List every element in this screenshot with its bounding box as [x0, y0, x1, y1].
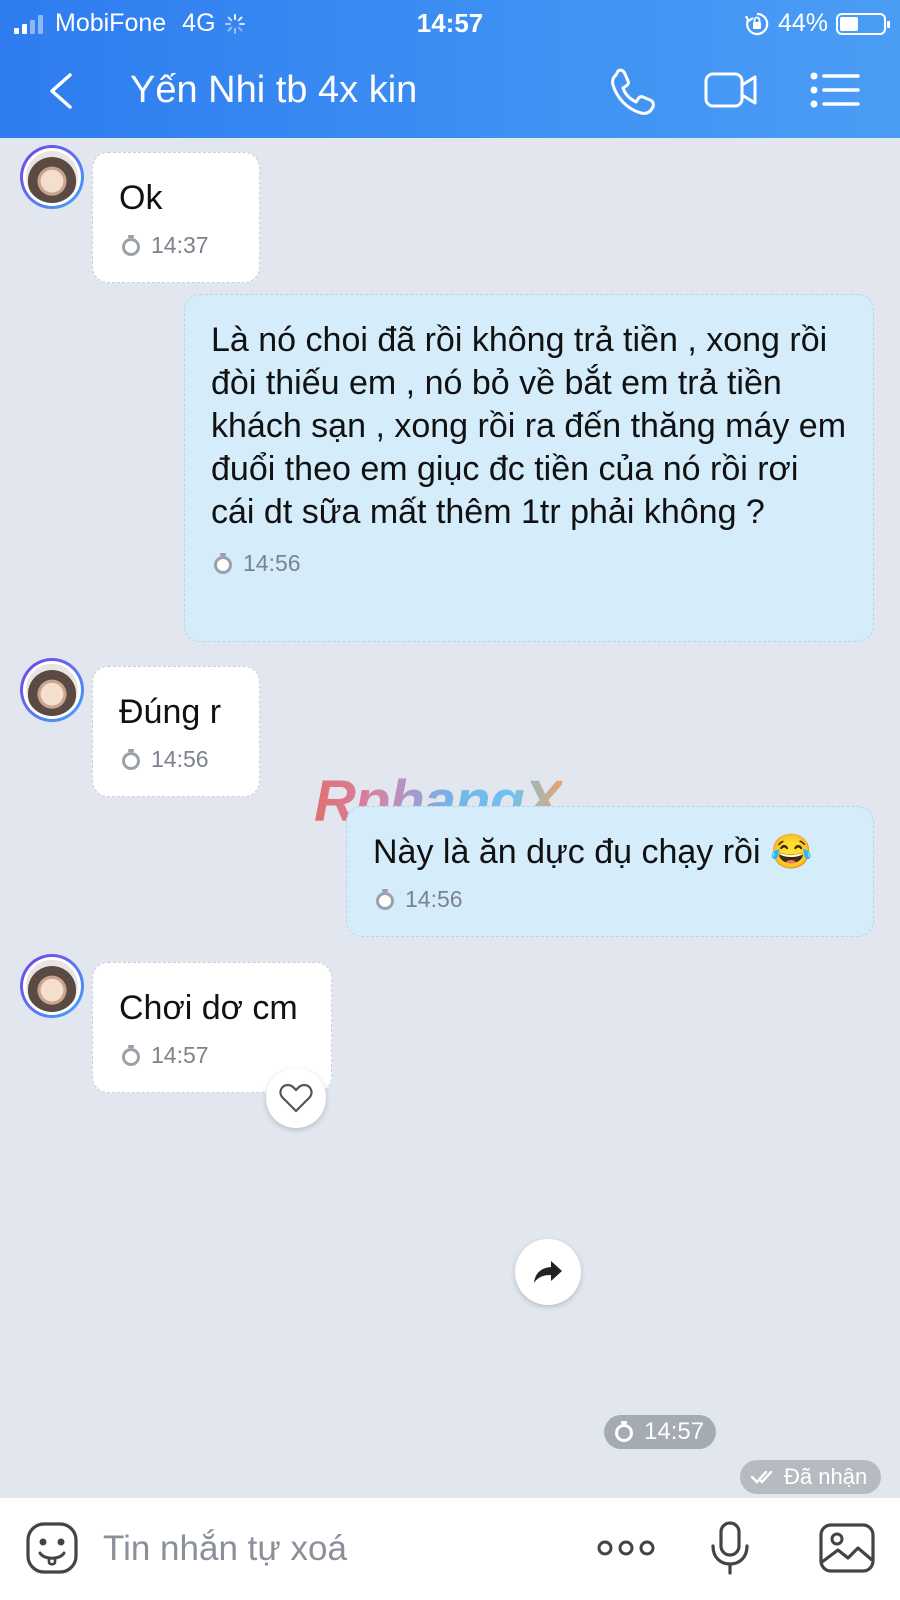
message-input[interactable] — [103, 1526, 543, 1572]
battery-percent: 44% — [777, 9, 828, 37]
image-icon[interactable] — [818, 1520, 876, 1576]
double-check-icon — [750, 1470, 773, 1484]
menu-icon[interactable] — [808, 65, 864, 115]
battery-icon — [836, 12, 890, 35]
message-time: 14:37 — [151, 232, 209, 258]
phone-icon[interactable] — [604, 65, 660, 115]
message-time: 14:57 — [151, 1042, 209, 1068]
message-bubble-incoming[interactable]: Ok 14:37 — [92, 152, 260, 283]
separator-time: 14:57 — [644, 1418, 705, 1445]
video-call-icon[interactable] — [703, 65, 759, 115]
message-time: 14:56 — [243, 550, 301, 576]
message-text: Chơi dơ cm — [119, 989, 298, 1027]
microphone-icon[interactable] — [708, 1520, 752, 1576]
timer-icon — [122, 234, 140, 256]
avatar[interactable] — [20, 954, 84, 1018]
message-time: 14:56 — [151, 746, 209, 772]
message-text: Này là ăn dực đụ chạy rồi 😂 — [373, 833, 813, 871]
status-bar: MobiFone 4G 14:57 44% — [0, 0, 900, 46]
message-bubble-outgoing[interactable]: Này là ăn dực đụ chạy rồi 😂 14:56 — [346, 806, 874, 937]
orientation-lock-icon — [744, 12, 769, 35]
message-time: 14:56 — [405, 886, 463, 912]
timer-icon — [615, 1421, 633, 1442]
forward-arrow-icon — [534, 1261, 562, 1283]
delivery-status-text: Đã nhận — [784, 1464, 868, 1489]
message-text: Đúng r — [119, 693, 222, 731]
avatar[interactable] — [20, 145, 84, 209]
timer-icon — [214, 552, 232, 574]
avatar[interactable] — [20, 658, 84, 722]
share-button[interactable] — [515, 1239, 581, 1305]
nav-bar: Yến Nhi tb 4x kin — [0, 55, 900, 127]
header: MobiFone 4G 14:57 44% Yến Nhi tb 4x kin — [0, 0, 900, 138]
more-icon[interactable] — [596, 1520, 656, 1576]
timer-icon — [122, 748, 140, 770]
delivery-status: Đã nhận — [740, 1460, 882, 1494]
react-heart-button[interactable] — [266, 1068, 326, 1128]
message-text: Ok — [119, 179, 163, 217]
time-separator: 14:57 — [604, 1415, 717, 1449]
message-text: Là nó choi đã rồi không trả tiền , xong … — [211, 321, 847, 531]
back-icon[interactable] — [42, 69, 82, 113]
chat-title[interactable]: Yến Nhi tb 4x kin — [130, 69, 417, 112]
timer-icon — [122, 1044, 140, 1066]
message-bubble-incoming[interactable]: Đúng r 14:56 — [92, 666, 260, 797]
message-bubble-outgoing[interactable]: Là nó choi đã rồi không trả tiền , xong … — [184, 294, 874, 642]
composer-bar — [0, 1497, 900, 1600]
emoji-icon[interactable] — [24, 1520, 80, 1576]
battery-fill — [840, 16, 858, 31]
timer-icon — [376, 888, 394, 910]
heart-icon — [279, 1083, 313, 1113]
